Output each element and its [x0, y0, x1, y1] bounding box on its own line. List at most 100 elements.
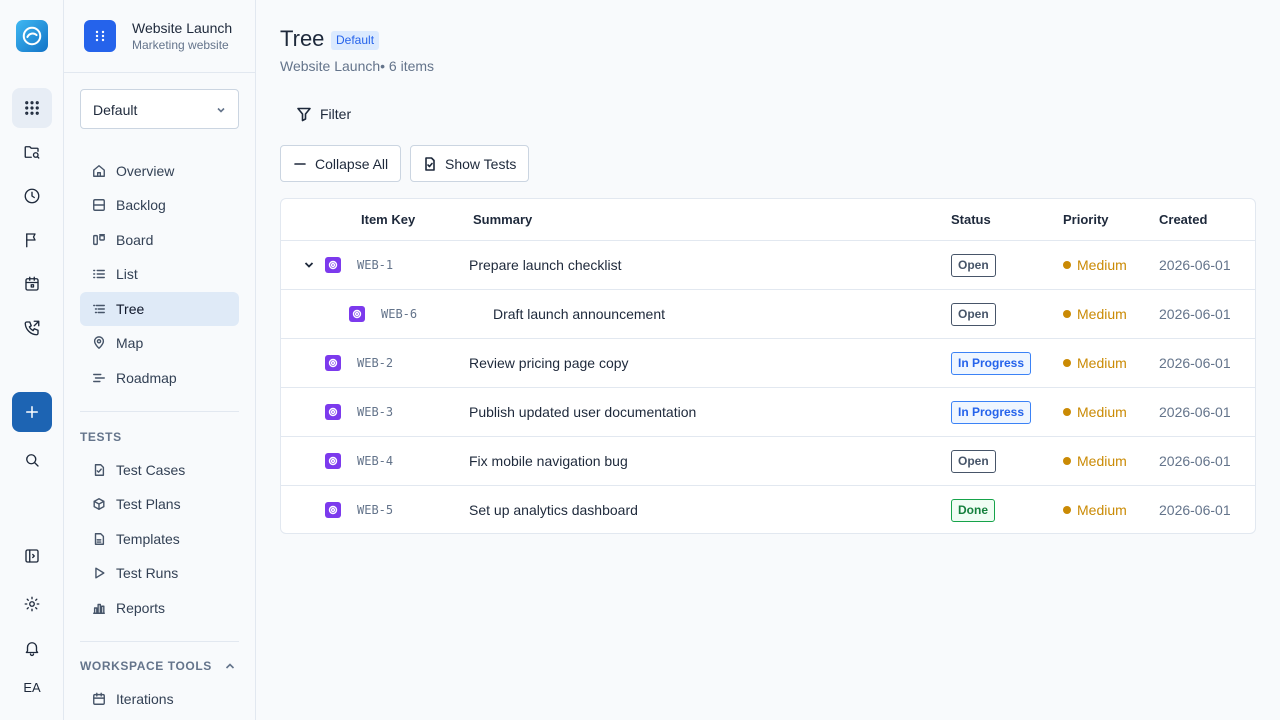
clock-icon[interactable]	[12, 176, 52, 216]
item-key[interactable]: WEB-6	[381, 307, 417, 321]
table-row[interactable]: WEB-2 Review pricing page copy In Progre…	[281, 339, 1255, 388]
priority-indicator: Medium	[1063, 257, 1127, 273]
bar-chart-icon	[93, 603, 105, 614]
item-key[interactable]: WEB-2	[357, 356, 393, 370]
nav-item-templates[interactable]: Templates	[80, 522, 239, 556]
issue-type-icon	[325, 453, 341, 469]
filter-button[interactable]: Filter	[284, 100, 363, 128]
status-badge[interactable]: Open	[951, 303, 996, 326]
nav-item-test-plans[interactable]: Test Plans	[80, 487, 239, 521]
project-grid-icon	[84, 20, 116, 52]
settings-gear-icon[interactable]	[12, 584, 52, 624]
sidebar-divider	[80, 411, 239, 412]
nav-item-reports[interactable]: Reports	[80, 591, 239, 625]
nav-item-roadmap[interactable]: Roadmap	[80, 361, 239, 395]
item-summary[interactable]: Prepare launch checklist	[469, 257, 622, 273]
page-title: Tree	[280, 26, 325, 51]
workspace-tools-section-title[interactable]: WORKSPACE TOOLS	[80, 659, 212, 673]
item-summary[interactable]: Fix mobile navigation bug	[469, 453, 628, 469]
issue-type-icon	[325, 257, 341, 273]
priority-indicator: Medium	[1063, 502, 1127, 518]
calendar-icon	[93, 692, 105, 705]
status-badge[interactable]: Open	[951, 450, 996, 473]
column-header-key[interactable]: Item Key	[361, 212, 415, 227]
sidebar-toggle-icon[interactable]	[12, 536, 52, 576]
apps-grid-icon[interactable]	[12, 88, 52, 128]
board-icon	[93, 234, 105, 246]
nav-label: Templates	[116, 531, 180, 547]
filter-label: Filter	[320, 106, 352, 122]
nav-item-list[interactable]: List	[80, 257, 239, 291]
nav-label: Roadmap	[116, 370, 177, 386]
created-date: 2026-06-01	[1159, 355, 1231, 371]
item-summary[interactable]: Publish updated user documentation	[469, 404, 696, 420]
nav-label: Map	[116, 335, 144, 351]
item-key[interactable]: WEB-3	[357, 405, 393, 419]
nav-item-map[interactable]: Map	[80, 326, 239, 360]
priority-indicator: Medium	[1063, 306, 1127, 322]
board-select[interactable]: Default	[80, 89, 239, 129]
notification-bell-icon[interactable]	[12, 628, 52, 668]
flag-icon[interactable]	[12, 220, 52, 260]
priority-dot-icon	[1063, 408, 1071, 416]
nav-item-board[interactable]: Board	[80, 223, 239, 257]
column-header-created[interactable]: Created	[1159, 212, 1207, 227]
app-logo-icon[interactable]	[16, 20, 48, 52]
table-row[interactable]: WEB-1 Prepare launch checklist Open Medi…	[281, 241, 1255, 290]
sidebar-divider	[80, 641, 239, 642]
item-summary[interactable]: Set up analytics dashboard	[469, 502, 638, 518]
priority-label: Medium	[1077, 404, 1127, 420]
status-badge[interactable]: Open	[951, 254, 996, 277]
priority-dot-icon	[1063, 359, 1071, 367]
phone-call-icon[interactable]	[12, 308, 52, 348]
home-icon	[93, 165, 105, 177]
create-button[interactable]	[12, 392, 52, 432]
issue-type-icon	[325, 355, 341, 371]
board-select-value: Default	[93, 102, 138, 118]
calendar-icon[interactable]	[12, 264, 52, 304]
table-header: Item Key Summary Status Priority Created	[281, 199, 1255, 241]
project-name: Website Launch	[132, 20, 233, 36]
column-header-summary[interactable]: Summary	[473, 212, 532, 227]
nav-label: Test Cases	[116, 462, 186, 478]
priority-label: Medium	[1077, 257, 1127, 273]
nav-item-test-runs[interactable]: Test Runs	[80, 556, 239, 590]
show-tests-label: Show Tests	[445, 155, 517, 172]
show-tests-button[interactable]: Show Tests	[410, 145, 530, 182]
item-summary[interactable]: Review pricing page copy	[469, 355, 629, 371]
user-avatar[interactable]: EA	[0, 680, 64, 695]
nav-item-backlog[interactable]: Backlog	[80, 188, 239, 222]
column-header-status[interactable]: Status	[951, 212, 991, 227]
chevron-down-icon	[217, 107, 225, 113]
status-badge[interactable]: In Progress	[951, 401, 1032, 424]
nav-item-test-cases[interactable]: Test Cases	[80, 453, 239, 487]
chevron-down-icon[interactable]	[303, 259, 315, 271]
folder-search-icon[interactable]	[12, 132, 52, 172]
nav-item-tree[interactable]: Tree	[80, 292, 239, 326]
priority-dot-icon	[1063, 457, 1071, 465]
nav-item-iterations[interactable]: Iterations	[80, 682, 239, 716]
item-key[interactable]: WEB-4	[357, 454, 393, 468]
table-row[interactable]: WEB-5 Set up analytics dashboard Done Me…	[281, 486, 1255, 533]
nav-item-overview[interactable]: Overview	[80, 154, 239, 188]
item-key[interactable]: WEB-1	[357, 258, 393, 272]
status-badge[interactable]: Done	[951, 499, 995, 522]
app-rail: EA	[0, 0, 64, 720]
project-sidebar: Website Launch Marketing website Default…	[64, 0, 256, 720]
status-badge[interactable]: In Progress	[951, 352, 1032, 375]
issue-type-icon	[349, 306, 365, 322]
chevron-up-icon[interactable]	[224, 660, 236, 672]
table-row[interactable]: WEB-6 Draft launch announcement Open Med…	[281, 290, 1255, 339]
collapse-all-button[interactable]: Collapse All	[280, 145, 402, 182]
search-icon[interactable]	[12, 440, 52, 480]
created-date: 2026-06-01	[1159, 257, 1231, 273]
item-summary[interactable]: Draft launch announcement	[493, 306, 665, 322]
column-header-priority[interactable]: Priority	[1063, 212, 1109, 227]
filter-icon	[297, 107, 311, 122]
project-header[interactable]: Website Launch Marketing website	[64, 0, 255, 73]
list-icon	[93, 269, 105, 279]
view-badge: Default	[331, 31, 380, 50]
table-row[interactable]: WEB-4 Fix mobile navigation bug Open Med…	[281, 437, 1255, 486]
table-row[interactable]: WEB-3 Publish updated user documentation…	[281, 388, 1255, 437]
item-key[interactable]: WEB-5	[357, 503, 393, 517]
